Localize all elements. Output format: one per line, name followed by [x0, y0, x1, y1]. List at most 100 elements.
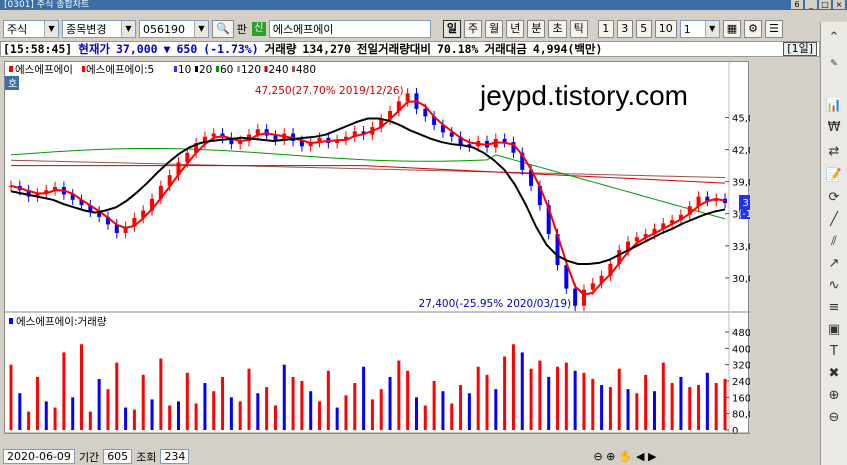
label-amount: 거래대금 — [484, 42, 527, 56]
box-icon[interactable]: ▣ — [824, 320, 844, 340]
auto-icon[interactable]: ⟳ — [824, 188, 844, 208]
close-icon[interactable]: × — [833, 0, 845, 9]
period-minute-button[interactable]: 분 — [527, 20, 546, 38]
volume-bar — [353, 383, 357, 430]
interval-3-button[interactable]: 3 — [616, 20, 633, 38]
zoom-in-icon[interactable]: ⊕ — [824, 386, 844, 406]
compare-icon[interactable]: ⇄ — [824, 142, 844, 162]
view-count-input[interactable]: 234 — [160, 449, 190, 464]
candle — [502, 138, 507, 143]
volume-axis-label: 320,000 — [732, 361, 750, 372]
volume-bar — [547, 376, 551, 430]
volume-bar — [608, 387, 612, 430]
wave-icon[interactable]: ∿ — [824, 276, 844, 296]
interval-10-button[interactable]: 10 — [654, 20, 677, 38]
line-tool-icon[interactable]: ╱ — [824, 210, 844, 230]
legend-marker — [237, 66, 240, 72]
zoom-out-icon[interactable]: ⊖ — [824, 408, 844, 428]
collapse-icon[interactable]: ⌃ — [824, 28, 844, 48]
volume-bar — [591, 378, 595, 430]
label-price: 현재가 — [78, 42, 110, 56]
chevron-down-icon[interactable]: ▼ — [44, 21, 58, 37]
volume-bar — [18, 393, 22, 430]
window-titlebar: [0301] 주식 종합차트 6 _ □ × — [0, 0, 847, 10]
grid-icon[interactable]: ▦ — [722, 20, 742, 38]
volume-bar — [256, 393, 260, 430]
volume-bar — [652, 391, 656, 430]
price-axis-label: 30,000 — [732, 274, 750, 285]
market-select[interactable]: 주식 ▼ — [3, 20, 59, 38]
period-tag[interactable]: [1일] — [783, 42, 817, 56]
period-second-button[interactable]: 초 — [548, 20, 567, 38]
legend-marker — [292, 66, 295, 72]
volume-legend-marker — [9, 318, 13, 324]
volume-bar — [476, 366, 480, 430]
trend-icon[interactable]: ↗ — [824, 254, 844, 274]
date-field[interactable]: 2020-06-09 — [3, 449, 75, 464]
stock-code-input[interactable]: 056190 ▼ — [139, 20, 209, 38]
period-month-button[interactable]: 월 — [485, 20, 504, 38]
unit-select[interactable]: 1 ▼ — [679, 20, 720, 38]
settings-icon[interactable]: ⚙ — [744, 20, 762, 38]
minimize-icon[interactable]: _ — [805, 0, 817, 9]
volume-bar — [467, 393, 471, 430]
restore-icon[interactable]: □ — [819, 0, 831, 9]
legend-item: 480 — [296, 64, 316, 76]
volume-bar — [265, 387, 269, 430]
volume-bar — [459, 385, 463, 430]
memo-icon[interactable]: 📝 — [824, 166, 844, 186]
period-count-input[interactable]: 605 — [103, 449, 133, 464]
volume-bar — [441, 391, 445, 430]
volume-bar — [414, 397, 418, 430]
volume-bar — [573, 370, 577, 430]
period-day-button[interactable]: 일 — [442, 20, 461, 38]
chart-area[interactable]: 에스에프에이 에스에프에이:5 10 20 60 120 240 480 호 45,000 42,0… — [4, 61, 782, 448]
scroll-controls[interactable]: ⊖ ⊕ ✋ ◀ ▶ — [593, 450, 656, 463]
stock-name-field[interactable]: 에스에프에이 — [268, 20, 431, 38]
volume-bar — [485, 374, 489, 430]
change-code-select[interactable]: 종목변경 ▼ — [62, 20, 136, 38]
volume-axis-label: 400,000 — [732, 344, 750, 355]
volume-bar — [150, 399, 154, 430]
chevron-down-icon[interactable]: ▼ — [194, 21, 208, 37]
volume-bar — [176, 401, 180, 430]
stock-chart-svg[interactable]: 에스에프에이 에스에프에이:5 10 20 60 120 240 480 호 45,000 42,0… — [5, 62, 782, 448]
amount-value: 4,994(백만) — [532, 42, 603, 56]
interval-5-button[interactable]: 5 — [635, 20, 652, 38]
volume-bar — [538, 360, 542, 430]
text-icon[interactable]: T — [824, 342, 844, 362]
volume-bar — [644, 374, 648, 430]
fibo-icon[interactable]: ≡ — [824, 298, 844, 318]
volume-bar — [617, 368, 621, 430]
period-year-button[interactable]: 년 — [506, 20, 525, 38]
indicator-icon[interactable]: 📊 — [824, 96, 844, 116]
volume-bar — [141, 374, 145, 430]
volume-bar — [679, 376, 683, 430]
ma20-line — [10, 117, 726, 265]
channel-icon[interactable]: ⫽ — [824, 232, 844, 252]
low-annotation: 27,400(-25.95% 2020/03/19) — [419, 298, 572, 310]
volume-bar — [600, 385, 604, 430]
chevron-down-icon[interactable]: ▼ — [121, 21, 135, 37]
volume-bar — [661, 362, 665, 430]
candle — [423, 108, 428, 117]
volume-bar — [185, 372, 189, 430]
volume-bar — [318, 401, 322, 430]
chevron-down-icon[interactable]: ▼ — [704, 21, 719, 37]
price-axis-label: 42,000 — [732, 146, 750, 157]
candle — [273, 135, 278, 140]
legend-marker — [195, 66, 198, 72]
legend-marker — [264, 66, 268, 72]
period-tick-button[interactable]: 틱 — [569, 20, 588, 38]
interval-1-button[interactable]: 1 — [597, 20, 614, 38]
volume-bar — [520, 352, 524, 430]
delete-icon[interactable]: ✖ — [824, 364, 844, 384]
legend-item: 에스에프에이:5 — [86, 64, 154, 76]
search-button[interactable]: 🔍 — [212, 20, 234, 38]
tool-icon[interactable]: ✎ — [824, 54, 844, 74]
volume-bar — [159, 358, 163, 430]
price-icon[interactable]: ₩ — [824, 118, 844, 138]
list-icon[interactable]: ☰ — [764, 20, 783, 38]
candle — [573, 288, 578, 306]
period-week-button[interactable]: 주 — [463, 20, 483, 38]
